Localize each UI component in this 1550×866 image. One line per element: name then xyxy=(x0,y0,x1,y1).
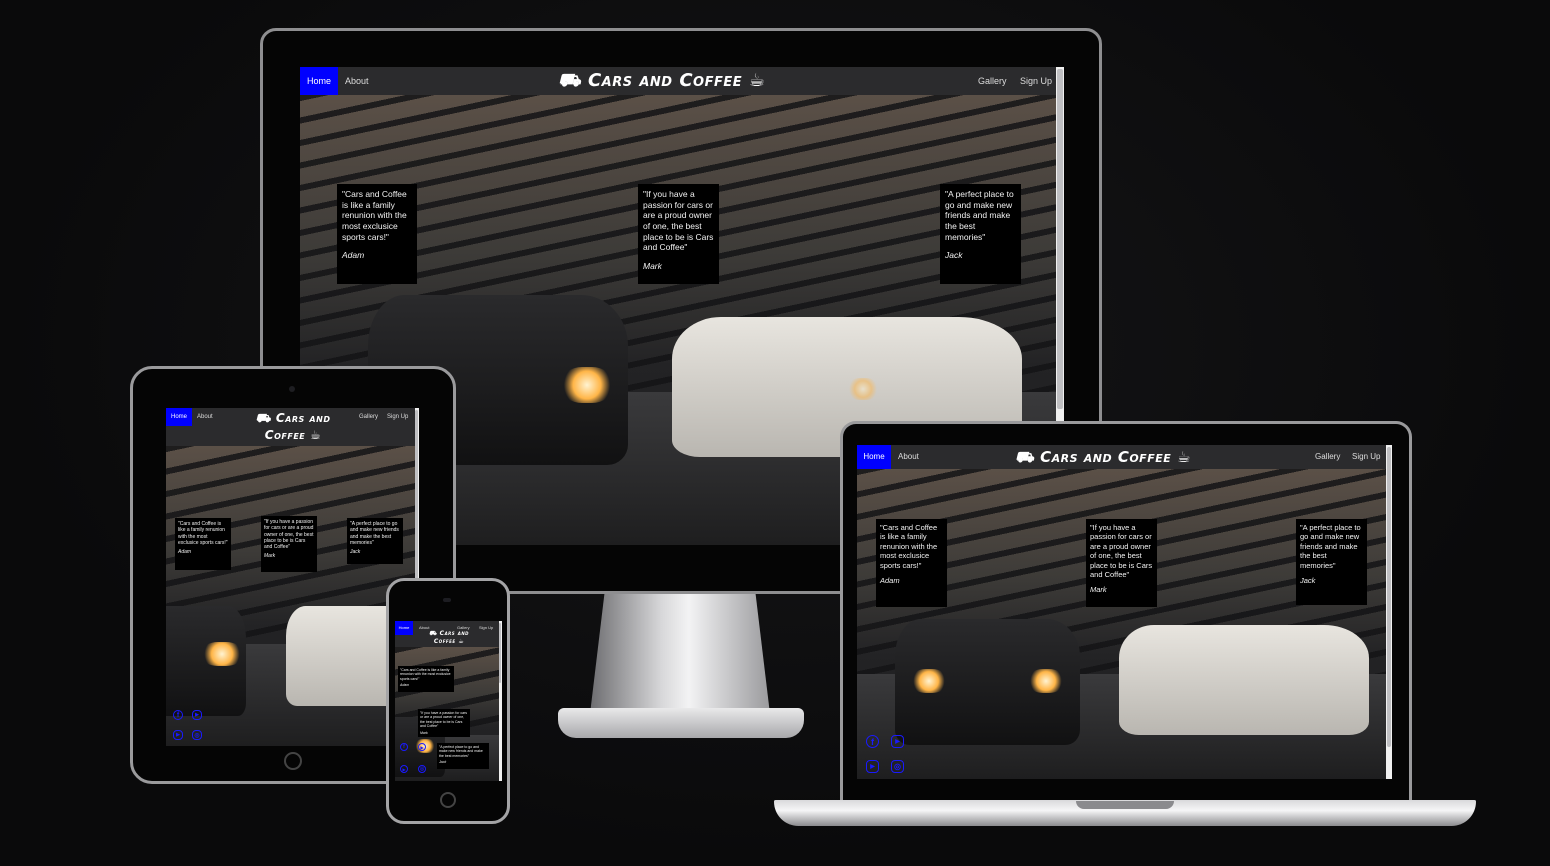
instagram-icon[interactable]: ◎ xyxy=(418,765,426,773)
testimonial-author: Adam xyxy=(342,250,365,261)
testimonial-card: "Cars and Coffee is like a family renuni… xyxy=(398,666,454,692)
laptop-screen: Home About ⛟ Cars and Coffee ☕ Gallery S… xyxy=(857,445,1392,779)
testimonial-card: "Cars and Coffee is like a family renuni… xyxy=(337,184,417,284)
testimonial-text: "A perfect place to go and make new frie… xyxy=(945,189,1014,242)
scrollbar[interactable] xyxy=(499,621,502,781)
site-brand[interactable]: ⛟ Cars and Coffee ☕ xyxy=(238,410,348,444)
monitor-stand-base xyxy=(558,708,804,738)
scrollbar[interactable] xyxy=(1386,445,1392,779)
testimonial-author: Mark xyxy=(1090,585,1107,595)
testimonial-author: Mark xyxy=(264,553,276,560)
brand-title: Cars and Coffee xyxy=(587,70,743,91)
nav-home-link[interactable]: Home xyxy=(395,621,413,635)
testimonial-card: "If you have a passion for cars or are a… xyxy=(261,516,317,572)
testimonial-text: "Cars and Coffee is like a family renuni… xyxy=(880,523,938,570)
nav-about-link[interactable]: About xyxy=(898,445,919,469)
nav-signup-link[interactable]: Sign Up xyxy=(387,408,408,426)
car-icon: ⛟ xyxy=(429,630,438,637)
car-icon: ⛟ xyxy=(255,411,272,425)
nav-home-link[interactable]: Home xyxy=(857,445,891,469)
testimonial-card: "If you have a passion for cars or are a… xyxy=(1086,519,1157,607)
phone-screen: Home About ⛟ Cars and Coffee ☕ Gallery S… xyxy=(395,621,502,781)
testimonial-text: "If you have a passion for cars or are a… xyxy=(264,519,314,550)
nav-about-link[interactable]: About xyxy=(197,408,213,426)
testimonial-card: "A perfect place to go and make new frie… xyxy=(940,184,1021,284)
nav-home-link[interactable]: Home xyxy=(166,408,192,426)
testimonial-text: "If you have a passion for cars or are a… xyxy=(643,189,714,253)
testimonial-author: Mark xyxy=(420,730,428,735)
testimonial-author: Jack xyxy=(945,250,963,261)
testimonial-text: "Cars and Coffee is like a family renuni… xyxy=(178,521,228,546)
facebook-icon[interactable]: f xyxy=(400,743,408,751)
hero-image xyxy=(166,446,419,746)
coffee-cup-icon: ☕ xyxy=(1176,448,1191,466)
testimonial-text: "If you have a passion for cars or are a… xyxy=(420,711,467,729)
testimonial-author: Mark xyxy=(643,260,662,271)
facebook-icon[interactable]: f xyxy=(173,710,183,720)
navbar: Home About ⛟ Cars and Coffee ☕ Gallery S… xyxy=(857,445,1392,469)
laptop-notch xyxy=(1076,801,1174,809)
nav-gallery-link[interactable]: Gallery xyxy=(978,67,1007,95)
car-icon: ⛟ xyxy=(558,70,582,91)
nav-gallery-link[interactable]: Gallery xyxy=(1315,445,1340,469)
nav-about-link[interactable]: About xyxy=(345,67,369,95)
navbar: Home About ⛟ Cars and Coffee ☕ Gallery S… xyxy=(166,408,419,446)
youtube-icon[interactable]: ▶ xyxy=(400,765,408,773)
testimonial-text: "A perfect place to go and make new frie… xyxy=(1300,523,1361,570)
testimonial-card: "Cars and Coffee is like a family renuni… xyxy=(175,518,231,570)
navbar: Home About ⛟ Cars and Coffee ☕ Gallery S… xyxy=(395,621,502,647)
nav-signup-link[interactable]: Sign Up xyxy=(1352,445,1380,469)
testimonial-text: "Cars and Coffee is like a family renuni… xyxy=(342,189,407,242)
instagram-icon[interactable]: ◎ xyxy=(192,730,202,740)
testimonial-author: Jack xyxy=(1300,575,1316,585)
testimonial-author: Jack xyxy=(439,760,447,765)
testimonial-card: "If you have a passion for cars or are a… xyxy=(638,184,719,284)
nav-signup-link[interactable]: Sign Up xyxy=(1020,67,1052,95)
testimonial-text: "Cars and Coffee is like a family renuni… xyxy=(400,668,451,681)
navbar: Home About ⛟ Cars and Coffee ☕ Gallery S… xyxy=(300,67,1064,95)
testimonial-author: Adam xyxy=(400,683,410,688)
coffee-cup-icon: ☕ xyxy=(458,638,465,645)
youtube-icon[interactable]: ▶ xyxy=(418,743,426,751)
site-brand[interactable]: ⛟ Cars and Coffee ☕ xyxy=(419,630,479,646)
testimonial-card: "A perfect place to go and make new frie… xyxy=(1296,519,1367,605)
tablet-home-button xyxy=(284,752,302,770)
nav-gallery-link[interactable]: Gallery xyxy=(359,408,378,426)
testimonial-author: Jack xyxy=(350,549,361,555)
testimonial-card: "Cars and Coffee is like a family renuni… xyxy=(876,519,947,607)
hero-image xyxy=(857,469,1392,779)
nav-gallery-link[interactable]: Gallery xyxy=(457,621,470,635)
testimonial-text: "If you have a passion for cars or are a… xyxy=(1090,523,1153,579)
testimonial-card: "If you have a passion for cars or are a… xyxy=(418,709,470,737)
testimonial-text: "A perfect place to go and make new frie… xyxy=(439,745,483,758)
testimonial-card: "A perfect place to go and make new frie… xyxy=(347,518,403,564)
youtube-icon[interactable]: ▶ xyxy=(866,760,879,773)
testimonial-card: "A perfect place to go and make new frie… xyxy=(437,743,489,769)
phone-speaker xyxy=(443,598,451,602)
youtube-icon[interactable]: ▶ xyxy=(891,735,904,748)
phone-home-button xyxy=(440,792,456,808)
testimonial-author: Adam xyxy=(178,549,192,555)
site-brand[interactable]: ⛟ Cars and Coffee ☕ xyxy=(1015,447,1191,467)
coffee-cup-icon: ☕ xyxy=(309,428,322,442)
car-icon: ⛟ xyxy=(1015,448,1035,466)
tablet-screen: Home About ⛟ Cars and Coffee ☕ Gallery S… xyxy=(166,408,419,746)
youtube-icon[interactable]: ▶ xyxy=(192,710,202,720)
tablet-camera xyxy=(289,386,295,392)
nav-home-link[interactable]: Home xyxy=(300,67,338,95)
instagram-icon[interactable]: ◎ xyxy=(891,760,904,773)
youtube-icon[interactable]: ▶ xyxy=(173,730,183,740)
coffee-cup-icon: ☕ xyxy=(748,70,766,91)
site-brand[interactable]: ⛟ Cars and Coffee ☕ xyxy=(558,70,766,92)
testimonial-text: "A perfect place to go and make new frie… xyxy=(350,521,399,546)
monitor-stand xyxy=(590,594,770,714)
nav-signup-link[interactable]: Sign Up xyxy=(479,621,493,635)
brand-title: Cars and Coffee xyxy=(1040,448,1172,466)
testimonial-author: Adam xyxy=(880,575,900,585)
device-mockup-stage: Home About ⛟ Cars and Coffee ☕ Gallery S… xyxy=(0,0,1550,866)
facebook-icon[interactable]: f xyxy=(866,735,879,748)
